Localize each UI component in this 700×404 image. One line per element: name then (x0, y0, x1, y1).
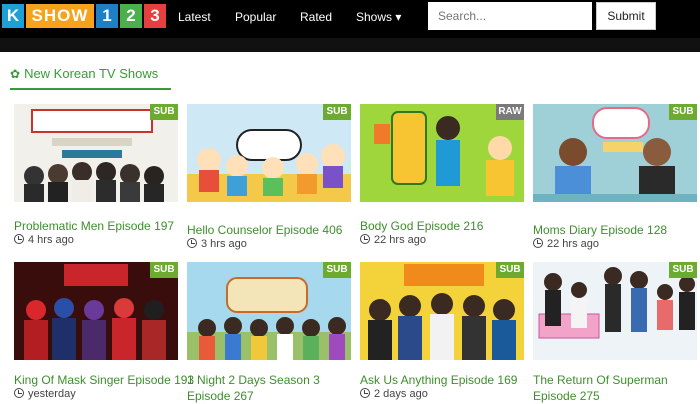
sub-badge: SUB (669, 262, 697, 278)
show-thumbnail[interactable]: SUB (187, 262, 351, 360)
show-title[interactable]: Moms Diary Episode 128 (533, 222, 667, 238)
show-thumbnail[interactable]: SUB (14, 104, 178, 202)
clock-icon (187, 238, 197, 248)
show-thumbnail[interactable]: SUB (14, 262, 178, 360)
show-title[interactable]: Hello Counselor Episode 406 (187, 222, 342, 238)
show-thumbnail[interactable]: SUB (533, 104, 697, 202)
sub-badge: SUB (669, 104, 697, 120)
show-thumbnail[interactable]: SUB (360, 262, 524, 360)
show-time: 22 hrs ago (533, 238, 599, 250)
sub-badge: SUB (496, 262, 524, 278)
show-title[interactable]: Ask Us Anything Episode 169 (360, 372, 517, 388)
logo-1: 1 (96, 4, 118, 28)
show-title[interactable]: King Of Mask Singer Episode 193 (14, 372, 194, 388)
logo-2: 2 (120, 4, 142, 28)
show-thumbnail[interactable]: SUB (533, 262, 697, 360)
fire-icon: ✿ (10, 67, 21, 81)
clock-icon (533, 238, 543, 248)
show-thumbnail[interactable]: SUB (187, 104, 351, 202)
show-title[interactable]: 1 Night 2 Days Season 3 Episode 267 (187, 372, 353, 404)
nav-latest[interactable]: Latest (178, 10, 211, 24)
sub-badge: SUB (323, 262, 351, 278)
clock-icon (14, 234, 24, 244)
nav-rated[interactable]: Rated (300, 10, 332, 24)
nav-popular[interactable]: Popular (235, 10, 276, 24)
nav-shows-dropdown[interactable]: Shows ▾ (356, 10, 401, 24)
show-title[interactable]: Body God Episode 216 (360, 218, 483, 234)
show-thumbnail[interactable]: RAW (360, 104, 524, 202)
logo-k: K (2, 4, 24, 28)
sub-badge: SUB (150, 104, 178, 120)
clock-icon (360, 388, 370, 398)
show-time: 3 hrs ago (187, 238, 247, 250)
search-input[interactable] (428, 2, 592, 30)
show-title[interactable]: Problematic Men Episode 197 (14, 218, 174, 234)
section-title-text: New Korean TV Shows (24, 66, 159, 81)
header-strip (0, 38, 700, 52)
raw-badge: RAW (496, 104, 524, 120)
site-logo[interactable]: K SHOW 1 2 3 (2, 4, 166, 28)
clock-icon (14, 388, 24, 398)
show-title[interactable]: The Return Of Superman Episode 275 (533, 372, 699, 404)
show-time: 4 hrs ago (14, 234, 74, 246)
top-navbar: K SHOW 1 2 3 Latest Popular Rated Shows … (0, 0, 700, 38)
clock-icon (360, 234, 370, 244)
show-time: 2 days ago (360, 388, 428, 400)
search-submit-button[interactable]: Submit (596, 2, 656, 30)
sub-badge: SUB (150, 262, 178, 278)
section-underline (10, 88, 171, 90)
logo-3: 3 (144, 4, 166, 28)
logo-show: SHOW (26, 4, 94, 28)
section-heading: ✿ New Korean TV Shows (10, 66, 158, 81)
show-time: 22 hrs ago (360, 234, 426, 246)
show-time: yesterday (14, 388, 76, 400)
sub-badge: SUB (323, 104, 351, 120)
